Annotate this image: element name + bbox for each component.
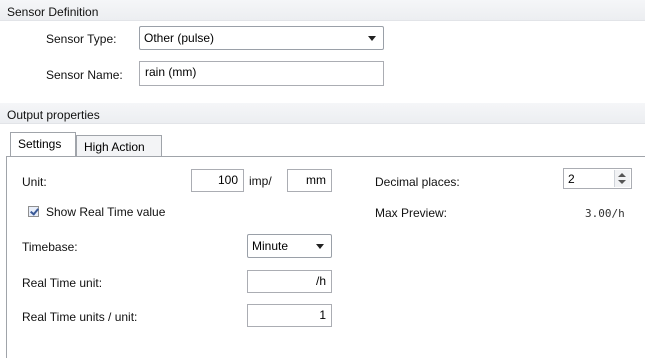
output-properties-header: Output properties	[0, 103, 645, 124]
timebase-select[interactable]: Minute	[247, 234, 332, 258]
max-preview-value: 3.00/h	[585, 207, 625, 220]
realtime-unit-input[interactable]: /h	[247, 270, 332, 293]
chevron-down-icon	[316, 244, 324, 249]
sensor-type-select[interactable]: Other (pulse)	[139, 26, 384, 50]
arrow-down-icon[interactable]	[618, 180, 626, 184]
sensor-type-value: Other (pulse)	[144, 31, 215, 45]
timebase-label: Timebase:	[22, 240, 78, 254]
spin-buttons[interactable]	[614, 170, 630, 187]
sensor-definition-header: Sensor Definition	[0, 0, 645, 21]
arrow-up-icon[interactable]	[618, 173, 626, 177]
realtime-unit-label: Real Time unit:	[22, 276, 103, 290]
chevron-down-icon	[368, 36, 376, 41]
sensor-type-label: Sensor Type:	[46, 32, 117, 46]
tab-high-action[interactable]: High Action	[76, 135, 162, 156]
unit-imp-input[interactable]: 100	[191, 169, 244, 192]
show-realtime-label[interactable]: Show Real Time value	[46, 205, 165, 219]
decimal-places-stepper[interactable]: 2	[563, 168, 632, 189]
decimal-places-label: Decimal places:	[375, 175, 460, 189]
sensor-definition-title: Sensor Definition	[7, 5, 99, 19]
realtime-units-per-unit-label: Real Time units / unit:	[22, 310, 138, 324]
tab-settings[interactable]: Settings	[10, 132, 76, 156]
show-realtime-checkbox[interactable]	[28, 206, 39, 217]
unit-name-input[interactable]: mm	[287, 169, 332, 192]
max-preview-label: Max Preview:	[375, 206, 448, 220]
decimal-places-value: 2	[568, 172, 575, 186]
sensor-name-input[interactable]: rain (mm)	[139, 61, 384, 86]
output-properties-title: Output properties	[7, 108, 100, 122]
imp-per-label: imp/	[249, 174, 272, 188]
realtime-units-per-unit-input[interactable]: 1	[247, 304, 332, 327]
unit-label: Unit:	[22, 175, 47, 189]
timebase-value: Minute	[252, 239, 289, 253]
sensor-name-label: Sensor Name:	[46, 68, 123, 82]
